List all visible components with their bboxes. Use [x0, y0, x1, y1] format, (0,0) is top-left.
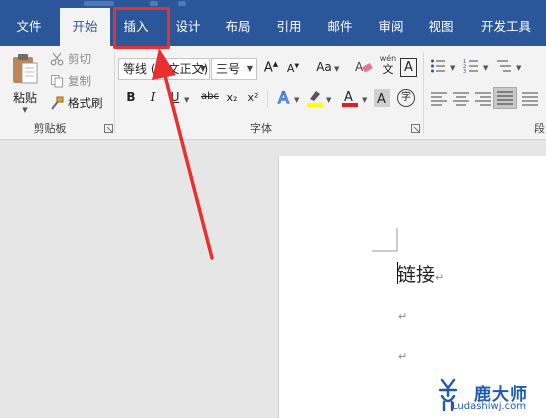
watermark-url: Ludashiwj.com — [452, 401, 527, 412]
annotation-arrow — [152, 48, 214, 260]
word-window: 文件 开始 插入 设计 布局 引用 邮件 审阅 视图 开发工具 粘贴 ▼ 剪切 … — [0, 0, 546, 418]
